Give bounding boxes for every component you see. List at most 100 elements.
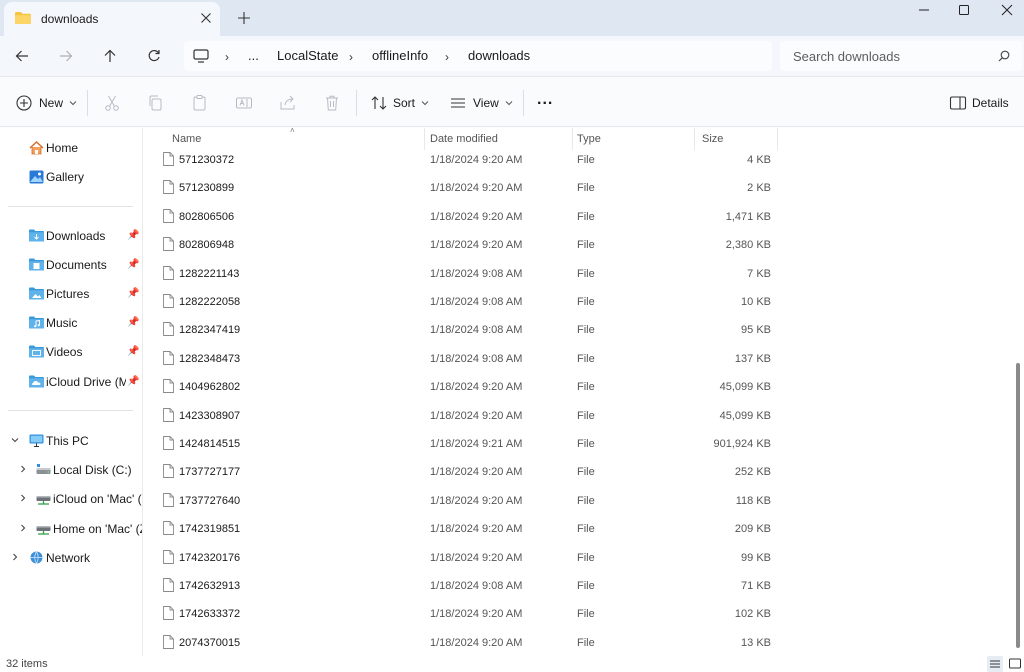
rename-icon[interactable]	[235, 94, 253, 112]
chevron-right-icon[interactable]	[18, 523, 28, 536]
more-options-button[interactable]: ...	[537, 90, 553, 110]
file-type: File	[577, 494, 595, 507]
sidebar-item-videos[interactable]: Videos 📌	[0, 340, 142, 364]
sidebar-item-gallery[interactable]: Gallery	[0, 165, 142, 189]
table-row[interactable]: 1282348473 1/18/2024 9:08 AM File 137 KB	[143, 344, 783, 372]
plus-icon[interactable]	[236, 10, 252, 26]
details-view-icon[interactable]	[987, 656, 1003, 672]
column-header-type[interactable]: Type	[577, 133, 601, 145]
pin-icon[interactable]: 📌	[127, 288, 139, 299]
column-header-size[interactable]: Size	[702, 133, 723, 145]
up-button[interactable]	[100, 46, 120, 66]
file-size: 137 KB	[734, 352, 771, 365]
new-button[interactable]: New	[39, 93, 78, 113]
table-row[interactable]: 802806506 1/18/2024 9:20 AM File 1,471 KB	[143, 202, 783, 230]
file-type: File	[577, 182, 595, 195]
table-row[interactable]: 1737727640 1/18/2024 9:20 AM File 118 KB	[143, 486, 783, 514]
scrollbar-thumb[interactable]	[1016, 363, 1020, 648]
maximize-button[interactable]	[950, 2, 978, 20]
view-button[interactable]: View	[473, 93, 514, 113]
table-row[interactable]: 1282221143 1/18/2024 9:08 AM File 7 KB	[143, 259, 783, 287]
file-name[interactable]: 1282222058	[179, 296, 240, 308]
details-button[interactable]: Details	[972, 93, 1009, 113]
table-row[interactable]: 1742319851 1/18/2024 9:20 AM File 209 KB	[143, 514, 783, 542]
search-input[interactable]: Search downloads	[793, 49, 900, 64]
file-name[interactable]: 1737727640	[179, 495, 240, 507]
sort-button[interactable]: Sort	[393, 93, 430, 113]
column-header-date[interactable]: Date modified	[430, 133, 498, 145]
table-row[interactable]: 1737727177 1/18/2024 9:20 AM File 252 KB	[143, 457, 783, 485]
pin-icon[interactable]: 📌	[127, 317, 139, 328]
table-row[interactable]: 571230372 1/18/2024 9:20 AM File 4 KB	[143, 145, 783, 173]
back-button[interactable]	[12, 46, 32, 66]
breadcrumb-overflow[interactable]: ...	[248, 48, 259, 63]
chevron-right-icon[interactable]	[18, 493, 28, 506]
file-name[interactable]: 1404962802	[179, 381, 240, 393]
sidebar-item-home-on-mac[interactable]: Home on 'Mac' (Z	[0, 517, 142, 541]
pin-icon[interactable]: 📌	[127, 230, 139, 241]
pin-icon[interactable]: 📌	[127, 346, 139, 357]
address-bar[interactable]: › ... LocalState › offlineInfo › downloa…	[184, 41, 772, 71]
search-box[interactable]: Search downloads	[780, 41, 1022, 71]
file-name[interactable]: 1424814515	[179, 438, 240, 450]
paste-icon[interactable]	[191, 94, 209, 112]
minimize-button[interactable]	[910, 2, 938, 20]
sidebar-item-pictures[interactable]: Pictures 📌	[0, 282, 142, 306]
breadcrumb-localstate[interactable]: LocalState	[277, 48, 338, 63]
sidebar-item-this-pc[interactable]: This PC	[0, 429, 142, 453]
close-tab-icon[interactable]	[200, 12, 212, 24]
file-name[interactable]: 1742319851	[179, 523, 240, 535]
sidebar-item-home[interactable]: Home	[0, 136, 142, 160]
item-count: 32 items	[6, 658, 48, 670]
file-name[interactable]: 802806948	[179, 239, 234, 251]
file-name[interactable]: 1282347419	[179, 324, 240, 336]
table-row[interactable]: 1404962802 1/18/2024 9:20 AM File 45,099 KB	[143, 372, 783, 400]
table-row[interactable]: 1282347419 1/18/2024 9:08 AM File 95 KB	[143, 315, 783, 343]
copy-icon[interactable]	[147, 94, 165, 112]
table-row[interactable]: 1742320176 1/18/2024 9:20 AM File 99 KB	[143, 543, 783, 571]
file-name[interactable]: 1737727177	[179, 466, 240, 478]
table-row[interactable]: 802806948 1/18/2024 9:20 AM File 2,380 KB	[143, 230, 783, 258]
sidebar-item-downloads[interactable]: Downloads 📌	[0, 224, 142, 248]
share-icon[interactable]	[279, 94, 297, 112]
pin-icon[interactable]: 📌	[127, 376, 139, 387]
file-name[interactable]: 1742633372	[179, 608, 240, 620]
table-row[interactable]: 1424814515 1/18/2024 9:21 AM File 901,924 K…	[143, 429, 783, 457]
close-window-button[interactable]	[993, 2, 1021, 20]
cut-icon[interactable]	[103, 94, 121, 112]
file-name[interactable]: 1742632913	[179, 580, 240, 592]
table-row[interactable]: 1282222058 1/18/2024 9:08 AM File 10 KB	[143, 287, 783, 315]
file-name[interactable]: 802806506	[179, 211, 234, 223]
chevron-down-icon[interactable]	[10, 435, 20, 448]
file-name[interactable]: 1282348473	[179, 353, 240, 365]
sidebar-item-icloud-drive[interactable]: iCloud Drive (Ma 📌	[0, 370, 142, 394]
file-name[interactable]: 1282221143	[179, 268, 239, 280]
file-size: 118 KB	[735, 494, 771, 507]
pin-icon[interactable]: 📌	[127, 259, 139, 270]
refresh-button[interactable]	[144, 46, 164, 66]
table-row[interactable]: 1742632913 1/18/2024 9:08 AM File 71 KB	[143, 571, 783, 599]
tab-downloads[interactable]: downloads	[4, 2, 220, 36]
column-header-name[interactable]: Name	[172, 133, 201, 145]
table-row[interactable]: 1742633372 1/18/2024 9:20 AM File 102 KB	[143, 599, 783, 627]
sidebar-item-music[interactable]: Music 📌	[0, 311, 142, 335]
breadcrumb-offlineinfo[interactable]: offlineInfo	[372, 48, 428, 63]
file-name[interactable]: 1742320176	[179, 552, 240, 564]
sidebar-item-local-disk[interactable]: Local Disk (C:)	[0, 458, 142, 482]
forward-button[interactable]	[56, 46, 76, 66]
sidebar-item-documents[interactable]: Documents 📌	[0, 253, 142, 277]
file-name[interactable]: 1423308907	[179, 410, 240, 422]
file-name[interactable]: 571230372	[179, 154, 234, 166]
table-row[interactable]: 571230899 1/18/2024 9:20 AM File 2 KB	[143, 173, 783, 201]
table-row[interactable]: 1423308907 1/18/2024 9:20 AM File 45,099 KB	[143, 401, 783, 429]
sidebar-item-network[interactable]: Network	[0, 546, 142, 570]
delete-icon[interactable]	[323, 94, 341, 112]
sidebar-item-icloud-on-mac[interactable]: iCloud on 'Mac' (U	[0, 487, 142, 511]
chevron-right-icon[interactable]	[18, 464, 28, 477]
file-name[interactable]: 571230899	[179, 182, 234, 194]
breadcrumb-downloads[interactable]: downloads	[468, 48, 530, 63]
large-icons-view-icon[interactable]	[1007, 656, 1023, 672]
file-name[interactable]: 2074370015	[179, 637, 240, 649]
chevron-right-icon[interactable]	[10, 552, 20, 565]
table-row[interactable]: 2074370015 1/18/2024 9:20 AM File 13 KB	[143, 628, 783, 656]
